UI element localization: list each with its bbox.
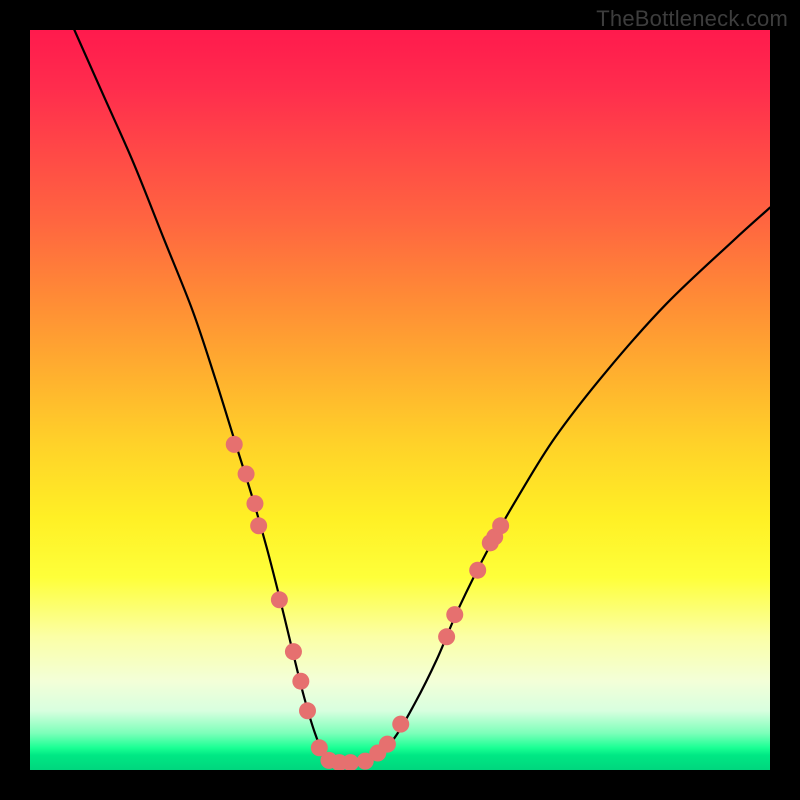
chart-frame: TheBottleneck.com <box>0 0 800 800</box>
data-marker <box>271 591 288 608</box>
bottleneck-curve-line <box>74 30 770 765</box>
data-marker <box>226 436 243 453</box>
data-marker <box>392 716 409 733</box>
watermark-label: TheBottleneck.com <box>596 6 788 32</box>
data-marker <box>250 517 267 534</box>
data-marker <box>446 606 463 623</box>
data-marker <box>246 495 263 512</box>
gradient-plot-area <box>30 30 770 770</box>
bottleneck-chart <box>30 30 770 770</box>
data-marker <box>379 736 396 753</box>
data-marker <box>469 562 486 579</box>
data-marker <box>492 517 509 534</box>
data-marker <box>438 628 455 645</box>
data-marker <box>285 643 302 660</box>
data-markers <box>226 436 509 770</box>
data-marker <box>299 702 316 719</box>
data-marker <box>292 673 309 690</box>
data-marker <box>238 466 255 483</box>
